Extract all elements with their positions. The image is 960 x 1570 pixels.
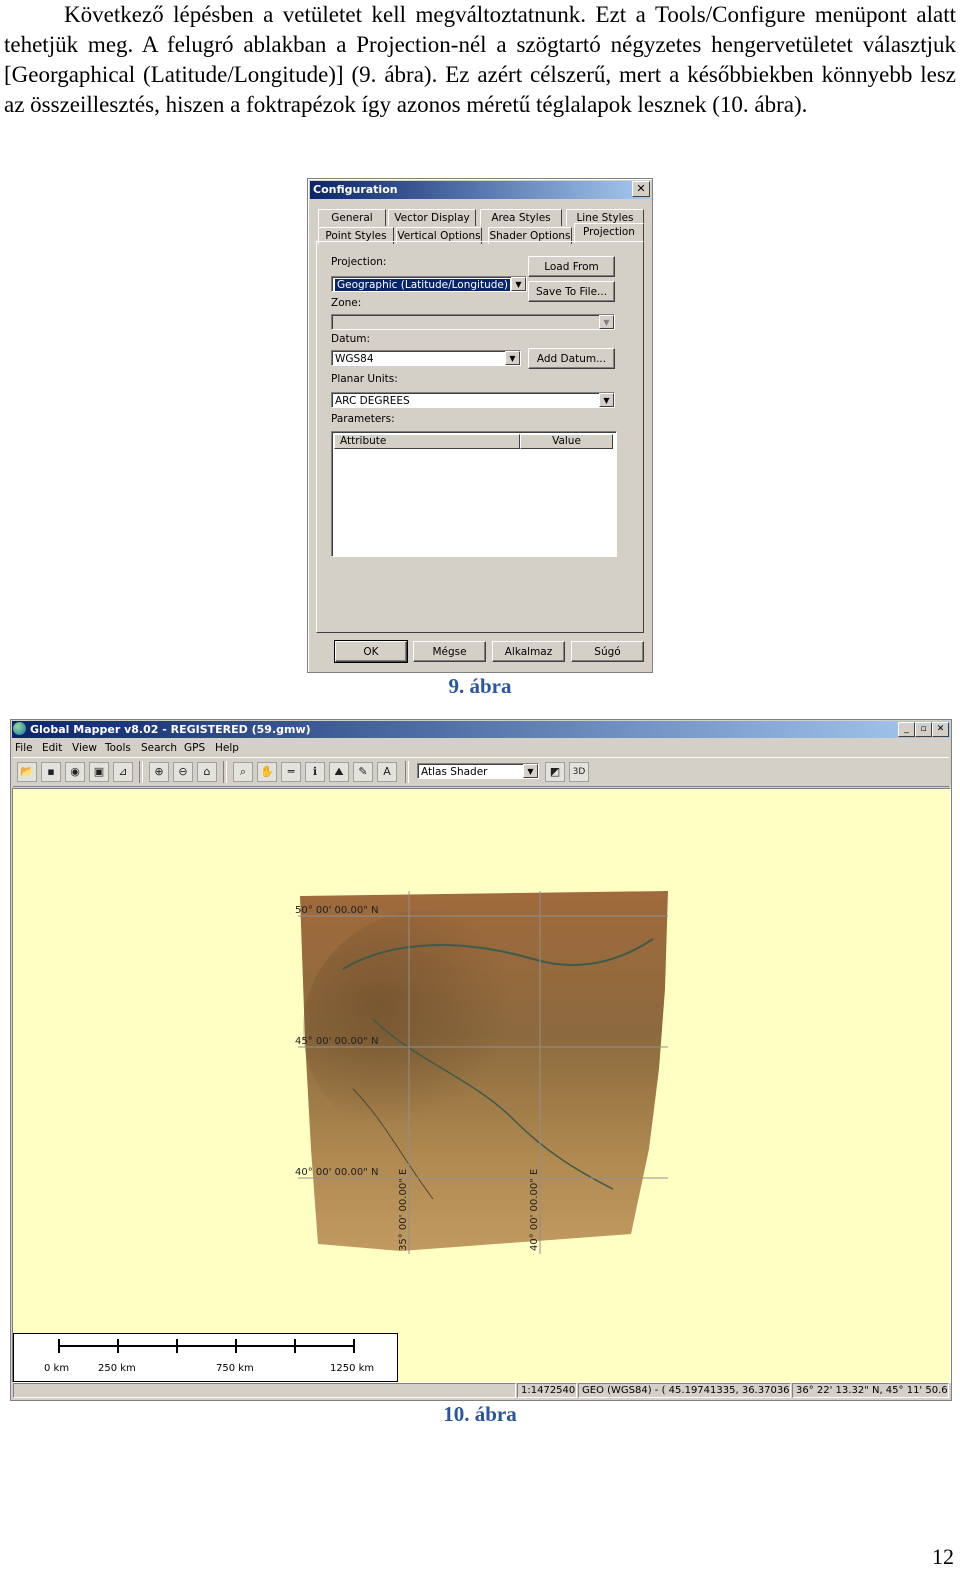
- paragraph-text: Következő lépésben a vetületet kell megv…: [4, 2, 956, 117]
- apply-button[interactable]: Alkalmaz: [492, 641, 565, 662]
- zoom-out-icon[interactable]: ⊖: [173, 762, 193, 782]
- map-canvas[interactable]: 50° 00' 00.00" N 45° 00' 00.00" N 40° 00…: [13, 789, 950, 1382]
- app-icon: [13, 722, 26, 735]
- configuration-dialog: Configuration ✕ General Vector Display A…: [307, 178, 653, 673]
- lat-label: 40° 00' 00.00" N: [295, 1167, 378, 1178]
- minimize-icon[interactable]: _: [898, 722, 915, 737]
- column-attribute[interactable]: Attribute: [334, 434, 520, 449]
- figure9-caption: 9. ábra: [448, 674, 512, 698]
- page-number: 12: [932, 1544, 954, 1569]
- status-blank: [13, 1383, 516, 1398]
- projection-label: Projection:: [331, 256, 387, 268]
- lon-label: 40° 00' 00.00" E: [529, 1169, 540, 1251]
- column-value[interactable]: Value: [520, 434, 613, 449]
- chevron-down-icon[interactable]: ▼: [523, 764, 538, 778]
- status-dms: 36° 22' 13.32" N, 45° 11' 50.69" E: [792, 1383, 949, 1398]
- planar-units-select[interactable]: ARC DEGREES ▼: [331, 392, 615, 408]
- menu-edit[interactable]: Edit: [42, 739, 62, 757]
- scale-label: 1250 km: [330, 1363, 374, 1374]
- profile-icon[interactable]: ⛰: [329, 762, 349, 782]
- app-title: Global Mapper v8.02 - REGISTERED (59.gmw…: [12, 721, 950, 738]
- shader-icon[interactable]: ◩: [545, 762, 565, 782]
- chevron-down-icon[interactable]: ▼: [505, 351, 520, 365]
- toolbar-separator: [223, 761, 227, 783]
- menu-tools[interactable]: Tools: [105, 739, 131, 757]
- zone-label: Zone:: [331, 297, 362, 309]
- tab-vector-display[interactable]: Vector Display: [388, 209, 476, 226]
- ok-button[interactable]: OK: [334, 640, 408, 663]
- maximize-icon[interactable]: ▫: [915, 722, 932, 737]
- menu-file[interactable]: File: [15, 739, 33, 757]
- projection-value: Geographic (Latitude/Longitude): [335, 279, 510, 291]
- toolbar-separator: [139, 761, 143, 783]
- datum-select[interactable]: WGS84 ▼: [331, 350, 521, 366]
- lat-label: 50° 00' 00.00" N: [295, 905, 378, 916]
- digitize-icon[interactable]: ✎: [353, 762, 373, 782]
- close-icon[interactable]: ✕: [632, 181, 650, 197]
- dialog-title: Configuration: [310, 181, 650, 199]
- load-from-file-button[interactable]: Load From File...: [528, 256, 615, 293]
- menu-view[interactable]: View: [72, 739, 97, 757]
- help-button[interactable]: Súgó: [571, 641, 644, 662]
- figure10-caption: 10. ábra: [443, 1402, 517, 1426]
- shader-select[interactable]: Atlas Shader ▼: [417, 763, 539, 779]
- toolbar: 📂 ▪ ◉ ▣ ⊿ ⊕ ⊖ ⌂ ⌕ ✋ ═ ℹ ⛰ ✎ A Atlas Shad…: [13, 757, 949, 787]
- chevron-down-icon[interactable]: ▼: [599, 315, 614, 329]
- projection-select[interactable]: Geographic (Latitude/Longitude) ▼: [331, 276, 527, 292]
- scale-label: 250 km: [98, 1363, 136, 1374]
- menu-search[interactable]: Search: [141, 739, 177, 757]
- status-scale: 1:14725400: [517, 1383, 577, 1398]
- menu-gps[interactable]: GPS: [184, 739, 205, 757]
- body-paragraph: Következő lépésben a vetületet kell megv…: [4, 0, 956, 120]
- overview-icon[interactable]: ▣: [89, 762, 109, 782]
- lat-label: 45° 00' 00.00" N: [295, 1036, 378, 1047]
- zoom-box-icon[interactable]: ⌕: [233, 762, 253, 782]
- lon-label: 35° 00' 00.00" E: [398, 1169, 409, 1251]
- save-icon[interactable]: ▪: [41, 762, 61, 782]
- globe-icon[interactable]: ◉: [65, 762, 85, 782]
- parameters-label: Parameters:: [331, 413, 395, 425]
- save-to-file-button[interactable]: Save To File...: [528, 281, 615, 302]
- planar-units-value: ARC DEGREES: [335, 395, 410, 407]
- add-datum-button[interactable]: Add Datum...: [528, 348, 615, 369]
- home-icon[interactable]: ⌂: [197, 762, 217, 782]
- scale-bar-graphic: 0 km 250 km 750 km 1250 km: [44, 1339, 374, 1374]
- pan-icon[interactable]: ✋: [257, 762, 277, 782]
- tab-area-styles[interactable]: Area Styles: [480, 209, 562, 226]
- parameters-list[interactable]: Attribute Value: [331, 431, 617, 557]
- zoom-in-icon[interactable]: ⊕: [149, 762, 169, 782]
- cancel-button[interactable]: Mégse: [413, 641, 486, 662]
- shader-value: Atlas Shader: [421, 766, 488, 778]
- status-geo: GEO (WGS84) - ( 45.19741335, 36.37036787…: [578, 1383, 791, 1398]
- tab-general[interactable]: General: [318, 209, 386, 226]
- chevron-down-icon[interactable]: ▼: [599, 393, 614, 407]
- measure-icon[interactable]: ═: [281, 762, 301, 782]
- tab-projection[interactable]: Projection: [574, 223, 644, 243]
- open-icon[interactable]: 📂: [17, 762, 37, 782]
- chevron-down-icon[interactable]: ▼: [511, 277, 526, 291]
- planar-units-label: Planar Units:: [331, 373, 398, 385]
- scale-label: 0 km: [44, 1363, 69, 1374]
- global-mapper-window: Global Mapper v8.02 - REGISTERED (59.gmw…: [10, 719, 952, 1401]
- datum-label: Datum:: [331, 333, 371, 345]
- close-icon[interactable]: ✕: [932, 722, 949, 737]
- scale-bar: 0 km 250 km 750 km 1250 km: [13, 1333, 398, 1382]
- datum-value: WGS84: [335, 353, 374, 365]
- map-viewport[interactable]: 50° 00' 00.00" N 45° 00' 00.00" N 40° 00…: [12, 788, 951, 1383]
- label-icon[interactable]: A: [377, 762, 397, 782]
- zone-select[interactable]: ▼: [331, 314, 615, 330]
- toolbar-separator: [405, 761, 409, 783]
- info-icon[interactable]: ℹ: [305, 762, 325, 782]
- 3d-icon[interactable]: 3D: [569, 762, 589, 782]
- menu-help[interactable]: Help: [215, 739, 239, 757]
- config-icon[interactable]: ⊿: [113, 762, 133, 782]
- scale-label: 750 km: [216, 1363, 254, 1374]
